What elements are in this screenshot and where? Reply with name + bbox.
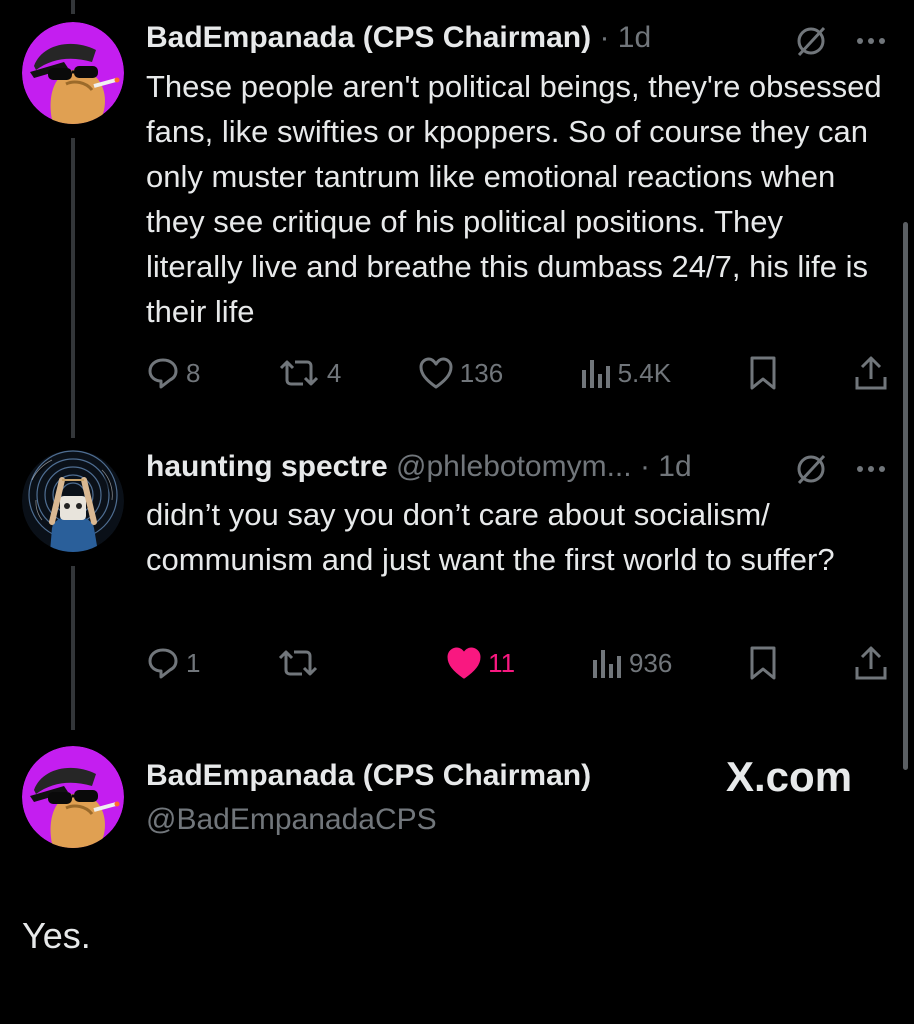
header-icons [794,452,886,486]
bookmark-icon [750,356,776,390]
post-text: Yes. [22,915,91,956]
like-count: 11 [488,647,516,678]
views-button[interactable]: 5.4K [580,356,672,390]
reply-bubble-icon [148,358,178,389]
avatar[interactable] [22,22,124,124]
repost-arrows-icon [279,650,318,676]
tweet-text: These people aren't political beings, th… [146,69,882,329]
tweet-header: haunting spectre @phlebotomym... · 1d [146,447,692,487]
header-icons [794,24,886,58]
share-upload-icon [855,356,887,390]
heart-icon [419,357,453,389]
grok-slash-icon[interactable] [794,452,828,486]
tweet-header: BadEmpanada (CPS Chairman) · 1d [146,18,651,58]
view-count: 936 [628,647,673,678]
separator-dot: · [639,450,650,483]
view-count: 5.4K [617,357,672,388]
more-dots-icon[interactable] [856,36,886,46]
reply-bubble-icon [148,648,178,679]
display-name[interactable]: BadEmpanada (CPS Chairman) [146,756,591,796]
reply-button[interactable]: 1 [146,646,200,680]
display-name[interactable]: BadEmpanada (CPS Chairman) [146,21,591,54]
thread-line-2 [71,566,75,730]
x-com-logo: X.com [726,753,853,800]
views-button[interactable]: 936 [591,646,672,680]
like-count: 136 [459,357,504,388]
grok-slash-icon[interactable] [794,24,828,58]
repost-arrows-icon [279,360,318,386]
share-button[interactable] [854,355,888,391]
user-handle[interactable]: @BadEmpanadaCPS [146,800,437,840]
heart-icon [447,647,481,679]
repost-count: 4 [326,357,342,388]
bookmark-button[interactable] [748,645,778,681]
like-button[interactable]: 136 [418,356,503,390]
share-button[interactable] [854,645,888,681]
repost-button[interactable]: 4 [277,356,341,390]
tweet-text: didn’t you say you don’t care about soci… [146,497,835,577]
repost-button[interactable] [276,646,326,680]
bookmark-icon [750,646,776,680]
share-upload-icon [855,646,887,680]
more-dots-icon[interactable] [856,464,886,474]
bookmark-button[interactable] [748,355,778,391]
bar-chart-icon [592,650,621,678]
avatar[interactable] [22,450,124,552]
bar-chart-icon [581,360,610,388]
display-name[interactable]: haunting spectre [146,450,388,483]
timestamp[interactable]: 1d [618,21,651,54]
like-button[interactable]: 11 [446,646,515,680]
scrollbar[interactable] [903,222,908,770]
thread-line-1 [71,138,75,438]
user-handle[interactable]: @phlebotomym... [396,450,632,483]
thread-line-top [71,0,75,14]
action-bar: 1 11 936 [146,640,888,686]
action-bar: 8 4 136 5.4K [146,350,888,396]
reply-button[interactable]: 8 [146,356,200,390]
separator-dot: · [599,21,610,54]
avatar[interactable] [22,746,124,848]
timestamp[interactable]: 1d [658,450,691,483]
reply-count: 1 [186,647,201,678]
reply-count: 8 [186,357,201,388]
